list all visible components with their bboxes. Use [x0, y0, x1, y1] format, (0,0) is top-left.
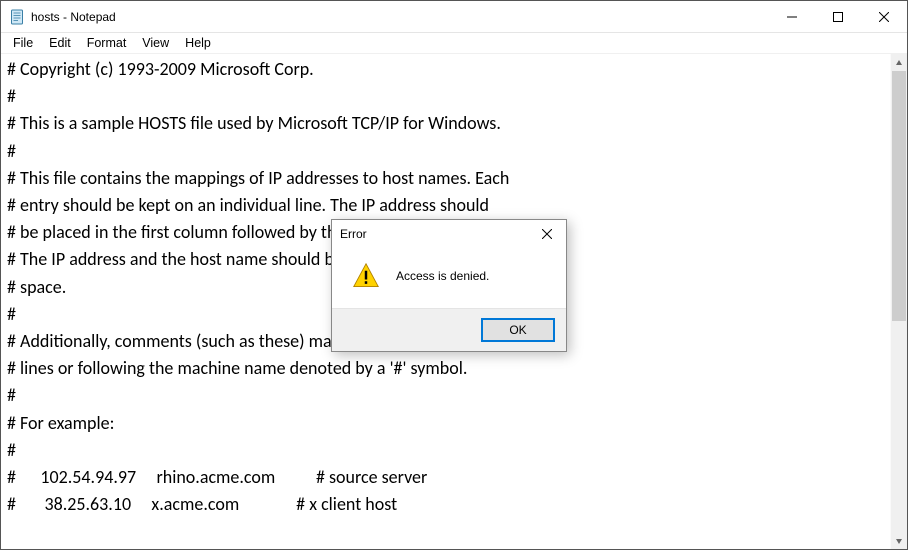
menu-help[interactable]: Help — [177, 35, 219, 51]
scroll-up-arrow-icon[interactable] — [891, 54, 907, 71]
vertical-scrollbar[interactable] — [890, 54, 907, 549]
window-controls — [769, 1, 907, 32]
titlebar: hosts - Notepad — [1, 1, 907, 33]
window-title: hosts - Notepad — [31, 10, 116, 24]
warning-icon — [352, 262, 380, 290]
dialog-title-text: Error — [340, 227, 528, 241]
dialog-message: Access is denied. — [396, 269, 489, 283]
minimize-button[interactable] — [769, 1, 815, 32]
notepad-app-icon — [9, 9, 25, 25]
scroll-thumb[interactable] — [892, 71, 906, 321]
maximize-button[interactable] — [815, 1, 861, 32]
dialog-close-button[interactable] — [528, 220, 566, 248]
close-button[interactable] — [861, 1, 907, 32]
menu-file[interactable]: File — [5, 35, 41, 51]
dialog-body: Access is denied. — [332, 248, 566, 308]
dialog-footer: OK — [332, 308, 566, 351]
ok-button[interactable]: OK — [482, 319, 554, 341]
error-dialog: Error Access is denied. OK — [331, 219, 567, 352]
scroll-down-arrow-icon[interactable] — [891, 532, 907, 549]
menu-edit[interactable]: Edit — [41, 35, 79, 51]
dialog-titlebar: Error — [332, 220, 566, 248]
close-icon — [542, 229, 552, 239]
menubar: File Edit Format View Help — [1, 33, 907, 54]
menu-format[interactable]: Format — [79, 35, 135, 51]
menu-view[interactable]: View — [134, 35, 177, 51]
